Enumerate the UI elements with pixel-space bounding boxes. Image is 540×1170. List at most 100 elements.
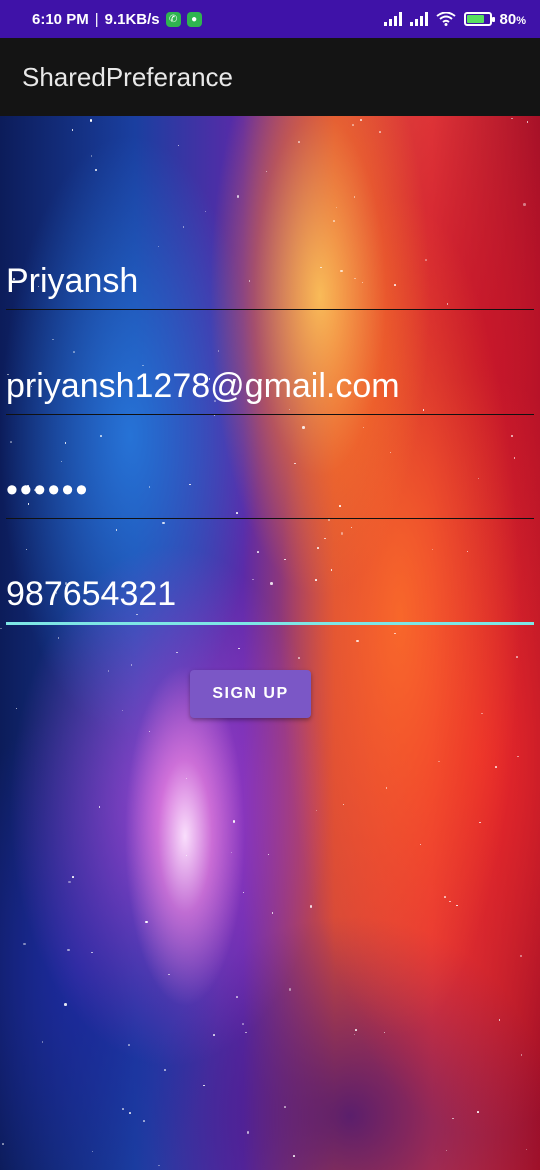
star: [64, 442, 66, 444]
star: [298, 141, 300, 143]
star: [177, 144, 180, 147]
star: [242, 1023, 244, 1025]
star: [353, 196, 356, 198]
star: [121, 709, 124, 712]
star: [456, 904, 458, 907]
email-value: priyansh1278@gmail.com: [6, 367, 400, 405]
star: [330, 569, 333, 571]
star: [217, 350, 220, 352]
star: [91, 1150, 94, 1153]
star: [122, 1108, 124, 1110]
status-right: 80%: [383, 10, 526, 28]
star: [302, 426, 305, 429]
star: [517, 755, 519, 758]
star: [115, 529, 118, 531]
star: [91, 951, 93, 954]
password-field[interactable]: ••••••: [6, 471, 534, 519]
star: [236, 996, 238, 998]
star: [288, 988, 292, 991]
star: [10, 441, 12, 443]
star: [162, 521, 165, 525]
star: [15, 707, 18, 710]
phone-value: 987654321: [6, 575, 177, 613]
star: [257, 551, 259, 553]
star: [57, 637, 60, 639]
status-separator: |: [94, 10, 99, 28]
star: [71, 129, 74, 131]
star: [72, 876, 74, 878]
star: [67, 948, 70, 952]
name-field[interactable]: Priyansh: [6, 262, 534, 310]
battery-icon: [463, 12, 495, 26]
whatsapp-icon: ●: [186, 11, 202, 27]
password-value: ••••••: [6, 471, 90, 509]
call-icon: ✆: [165, 11, 181, 27]
star: [129, 1112, 131, 1114]
star: [389, 451, 392, 454]
star: [176, 651, 178, 654]
star: [94, 168, 98, 172]
star: [143, 1120, 145, 1122]
star: [0, 627, 2, 630]
phone-field[interactable]: 987654321: [6, 575, 534, 625]
star: [168, 973, 170, 976]
network-speed: 9.1KB/s: [104, 10, 160, 28]
star: [236, 195, 240, 198]
star: [309, 905, 313, 908]
star: [265, 170, 268, 173]
star: [145, 920, 148, 924]
star: [519, 954, 523, 958]
star: [271, 912, 274, 914]
star: [213, 1034, 215, 1036]
star: [41, 1041, 43, 1043]
star: [73, 351, 75, 353]
star: [333, 220, 335, 222]
star: [203, 1084, 205, 1087]
app-bar: SharedPreferance: [0, 38, 540, 116]
star: [60, 460, 63, 463]
star: [479, 821, 481, 824]
signup-button[interactable]: SIGN UP: [190, 670, 311, 718]
star: [328, 519, 330, 521]
star: [477, 1111, 479, 1113]
star: [525, 1148, 528, 1151]
star: [284, 1106, 286, 1108]
battery-percent: 80%: [499, 10, 526, 28]
star: [342, 803, 345, 806]
star: [23, 942, 26, 946]
star: [128, 1044, 130, 1046]
star: [498, 1019, 501, 1021]
star: [324, 537, 326, 540]
star: [385, 787, 388, 789]
star: [90, 155, 93, 157]
star: [148, 730, 151, 733]
name-value: Priyansh: [6, 262, 139, 300]
star: [182, 226, 185, 228]
star: [130, 664, 133, 666]
star: [335, 206, 338, 209]
status-left: 6:10 PM | 9.1KB/s ✆ ●: [32, 11, 202, 28]
star: [164, 1069, 166, 1071]
star: [98, 806, 101, 808]
email-field[interactable]: priyansh1278@gmail.com: [6, 367, 534, 415]
star: [157, 245, 160, 248]
star: [481, 712, 483, 715]
star: [495, 766, 497, 768]
star: [64, 1003, 67, 1006]
star: [352, 124, 354, 126]
star: [438, 760, 440, 763]
signal-icon: [409, 12, 428, 26]
star: [383, 1031, 386, 1034]
star: [294, 462, 296, 465]
star: [449, 900, 451, 903]
star: [100, 435, 102, 437]
star: [513, 457, 516, 459]
status-bar: 6:10 PM | 9.1KB/s ✆ ● 80%: [0, 0, 540, 38]
star: [2, 1143, 4, 1145]
star: [204, 210, 207, 213]
star: [452, 1117, 454, 1120]
star: [520, 1054, 523, 1056]
star: [444, 896, 446, 898]
star: [419, 843, 422, 846]
star: [52, 338, 54, 341]
